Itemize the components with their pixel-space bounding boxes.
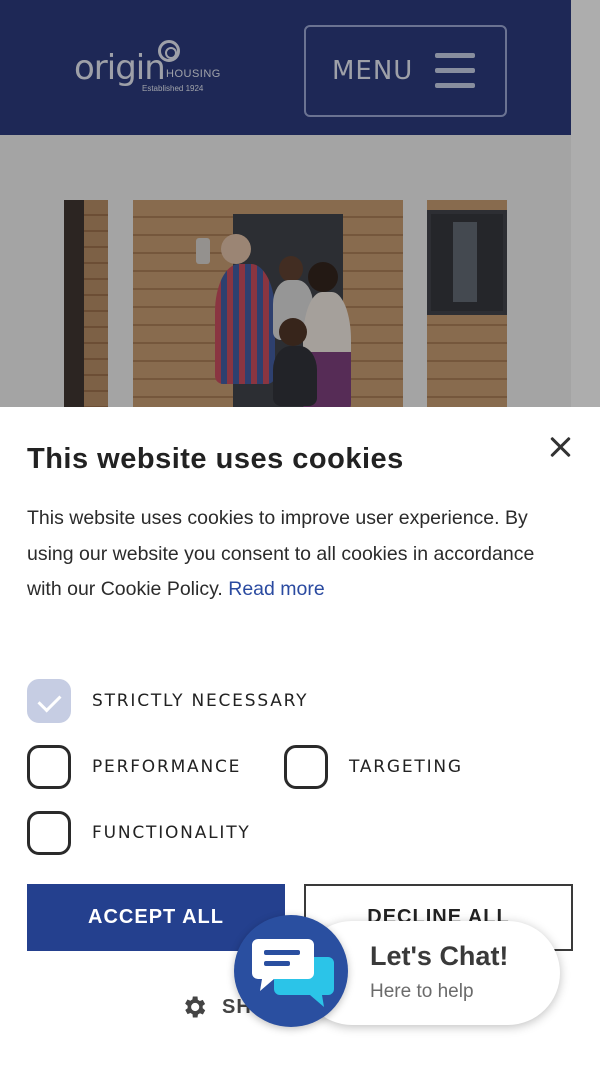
dim-overlay bbox=[0, 0, 600, 407]
option-label: TARGETING bbox=[349, 757, 463, 777]
read-more-link[interactable]: Read more bbox=[228, 578, 324, 600]
chat-launcher-button[interactable] bbox=[234, 915, 348, 1027]
option-label: FUNCTIONALITY bbox=[92, 823, 251, 843]
option-functionality[interactable]: FUNCTIONALITY bbox=[27, 811, 251, 855]
option-targeting[interactable]: TARGETING bbox=[284, 745, 463, 789]
cookie-title: This website uses cookies bbox=[27, 443, 404, 475]
chat-title: Let's Chat! bbox=[370, 941, 509, 971]
close-icon[interactable] bbox=[543, 431, 577, 465]
checkbox-performance[interactable] bbox=[27, 745, 71, 789]
option-label: PERFORMANCE bbox=[92, 757, 242, 777]
chat-widget[interactable]: Let's Chat! Here to help bbox=[234, 915, 560, 1027]
option-strictly-necessary[interactable]: STRICTLY NECESSARY bbox=[27, 679, 308, 723]
option-label: STRICTLY NECESSARY bbox=[92, 691, 309, 711]
chat-subtitle: Here to help bbox=[370, 981, 474, 1002]
checkbox-targeting[interactable] bbox=[284, 745, 328, 789]
cookie-description: This website uses cookies to improve use… bbox=[27, 501, 557, 608]
chat-bubbles-icon bbox=[252, 939, 334, 1007]
option-performance[interactable]: PERFORMANCE bbox=[27, 745, 241, 789]
gear-icon bbox=[185, 996, 206, 1018]
page: origin HOUSING Established 1924 MENU Thi… bbox=[0, 0, 600, 1065]
checkbox-functionality[interactable] bbox=[27, 811, 71, 855]
checkbox-strictly-necessary[interactable] bbox=[27, 679, 71, 723]
